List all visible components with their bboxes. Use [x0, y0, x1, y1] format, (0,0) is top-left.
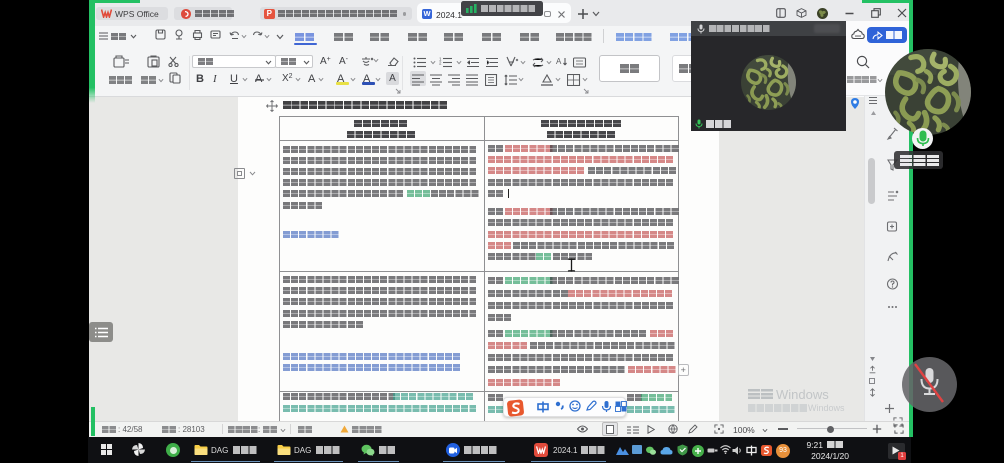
svg-text:2: 2	[439, 61, 442, 66]
svg-text:A: A	[556, 57, 562, 66]
